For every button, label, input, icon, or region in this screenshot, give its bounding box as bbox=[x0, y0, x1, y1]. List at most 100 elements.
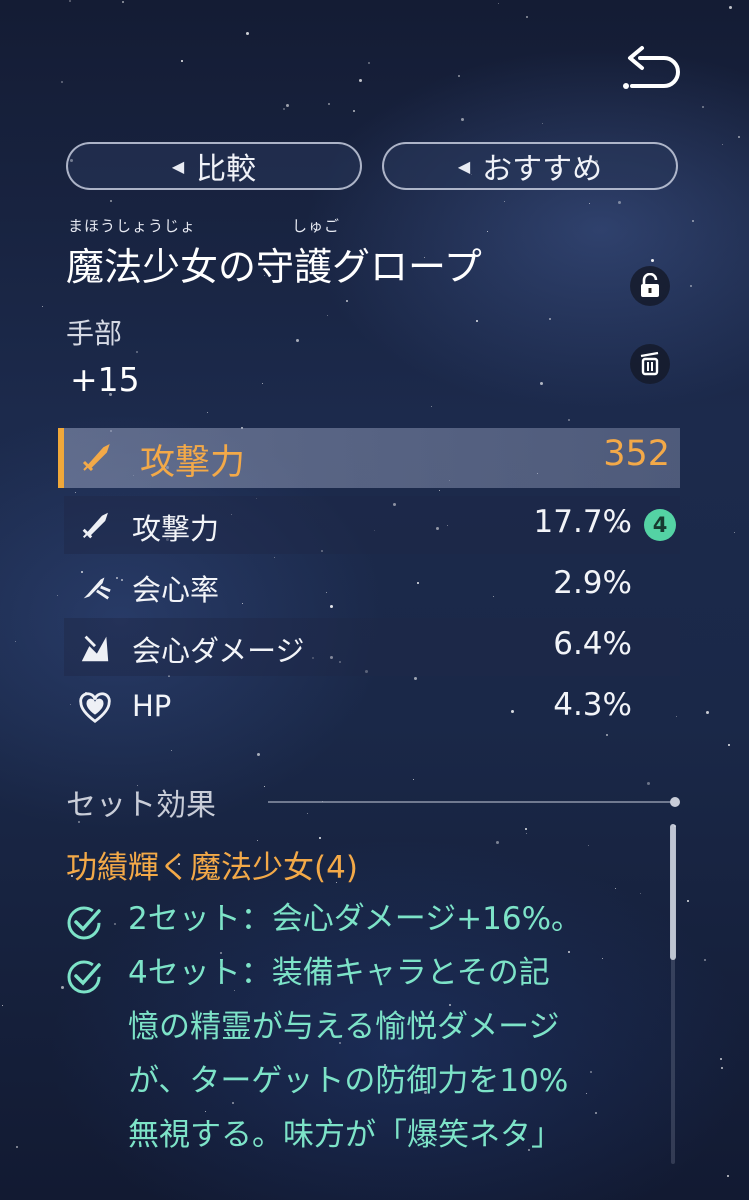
star bbox=[114, 923, 116, 925]
main-stat-row: 攻撃力 352 bbox=[58, 428, 680, 488]
star bbox=[246, 32, 249, 35]
main-stat-value: 352 bbox=[603, 434, 670, 474]
effect-line: が、ターゲットの防御力を10% bbox=[128, 1063, 569, 1099]
star bbox=[487, 231, 488, 232]
star bbox=[458, 75, 460, 77]
star bbox=[496, 841, 499, 844]
star bbox=[525, 828, 527, 830]
star bbox=[588, 845, 589, 846]
star bbox=[136, 351, 138, 353]
set-effect-2pc: 2セット：会心ダメージ+16%。 bbox=[128, 892, 668, 946]
star bbox=[690, 285, 692, 287]
star bbox=[207, 412, 208, 413]
star bbox=[122, 1, 124, 3]
heart-icon bbox=[78, 692, 112, 730]
star bbox=[61, 81, 63, 83]
star bbox=[589, 203, 590, 204]
star bbox=[353, 110, 355, 112]
set-effect-4pc: 4セット：装備キャラとその記 憶の精霊が与える愉悦ダメージ が、ターゲットの防御… bbox=[128, 946, 668, 1162]
roll-count-badge: 4 bbox=[644, 509, 676, 541]
sword-icon bbox=[78, 440, 114, 480]
star bbox=[549, 318, 551, 320]
star bbox=[171, 750, 172, 751]
star bbox=[692, 220, 694, 222]
star bbox=[359, 79, 362, 82]
recommend-label: おすすめ bbox=[482, 152, 603, 187]
sub-stat-value: 17.7% bbox=[533, 504, 632, 540]
star bbox=[42, 306, 43, 307]
star bbox=[702, 106, 704, 108]
enhance-level: +15 bbox=[70, 360, 140, 399]
compare-button[interactable]: ◀︎ 比較 bbox=[66, 142, 362, 190]
sub-stat-row: HP 4.3% bbox=[64, 679, 680, 737]
star bbox=[69, 0, 71, 2]
star bbox=[721, 1067, 723, 1069]
speaker-icon: ◀︎ bbox=[171, 156, 185, 176]
star bbox=[16, 1146, 18, 1148]
equipment-slot: 手部 bbox=[66, 317, 123, 350]
star bbox=[257, 840, 258, 841]
effect-line: 4セット：装備キャラとその記 bbox=[128, 955, 550, 991]
star bbox=[615, 888, 616, 889]
star bbox=[729, 6, 732, 9]
star bbox=[328, 103, 330, 105]
crit-rate-icon bbox=[78, 570, 112, 608]
star bbox=[706, 711, 709, 714]
sub-stat-name: 会心ダメージ bbox=[132, 634, 305, 668]
section-divider bbox=[268, 801, 676, 803]
sub-stat-name: 攻撃力 bbox=[132, 512, 220, 546]
star bbox=[431, 406, 432, 407]
sub-stat-row: 会心ダメージ 6.4% bbox=[64, 618, 680, 676]
star bbox=[15, 641, 16, 642]
sub-stat-value: 6.4% bbox=[553, 626, 632, 662]
star bbox=[540, 382, 543, 385]
star bbox=[568, 419, 570, 421]
star bbox=[413, 779, 414, 780]
star bbox=[647, 782, 650, 785]
star bbox=[687, 900, 689, 902]
star bbox=[476, 320, 478, 322]
crit-damage-icon bbox=[78, 631, 112, 669]
sub-stat-value: 2.9% bbox=[553, 565, 632, 601]
title-furigana: しゅご bbox=[292, 217, 341, 235]
star bbox=[461, 118, 464, 121]
lock-button[interactable] bbox=[630, 266, 670, 306]
star bbox=[110, 200, 112, 202]
sub-stat-name: 会心率 bbox=[132, 573, 220, 607]
sub-stat-row: 会心率 2.9% bbox=[64, 557, 680, 615]
star bbox=[734, 532, 735, 533]
check-circle-icon bbox=[66, 956, 106, 996]
sword-icon bbox=[78, 509, 112, 547]
recommend-button[interactable]: ◀︎ おすすめ bbox=[382, 142, 678, 190]
title-furigana: まほうしょうじょ bbox=[68, 217, 197, 235]
scrollbar-thumb[interactable] bbox=[670, 824, 676, 960]
star bbox=[526, 833, 527, 834]
star bbox=[286, 104, 289, 107]
star bbox=[738, 136, 740, 138]
star bbox=[722, 144, 723, 145]
star bbox=[283, 108, 285, 110]
star bbox=[728, 744, 730, 746]
star bbox=[727, 1175, 729, 1177]
star bbox=[346, 300, 348, 302]
star bbox=[368, 62, 370, 64]
check-circle-icon bbox=[66, 902, 106, 942]
back-button[interactable] bbox=[618, 40, 682, 98]
star bbox=[61, 986, 64, 989]
compare-label: 比較 bbox=[196, 152, 257, 187]
set-effect-heading: セット効果 bbox=[66, 788, 216, 823]
sub-stat-row: 攻撃力 17.7% 4 bbox=[64, 496, 680, 554]
trash-icon bbox=[640, 351, 659, 376]
star bbox=[307, 813, 308, 814]
star bbox=[720, 1058, 722, 1060]
star bbox=[57, 595, 58, 596]
star bbox=[264, 786, 265, 787]
star bbox=[181, 60, 183, 62]
effect-line: 憶の精霊が与える愉悦ダメージ bbox=[128, 1009, 560, 1045]
star bbox=[2, 1005, 3, 1006]
star bbox=[296, 339, 299, 342]
discard-button[interactable] bbox=[630, 344, 670, 384]
star bbox=[257, 753, 260, 756]
star bbox=[439, 490, 440, 491]
section-divider-dot bbox=[670, 797, 680, 807]
